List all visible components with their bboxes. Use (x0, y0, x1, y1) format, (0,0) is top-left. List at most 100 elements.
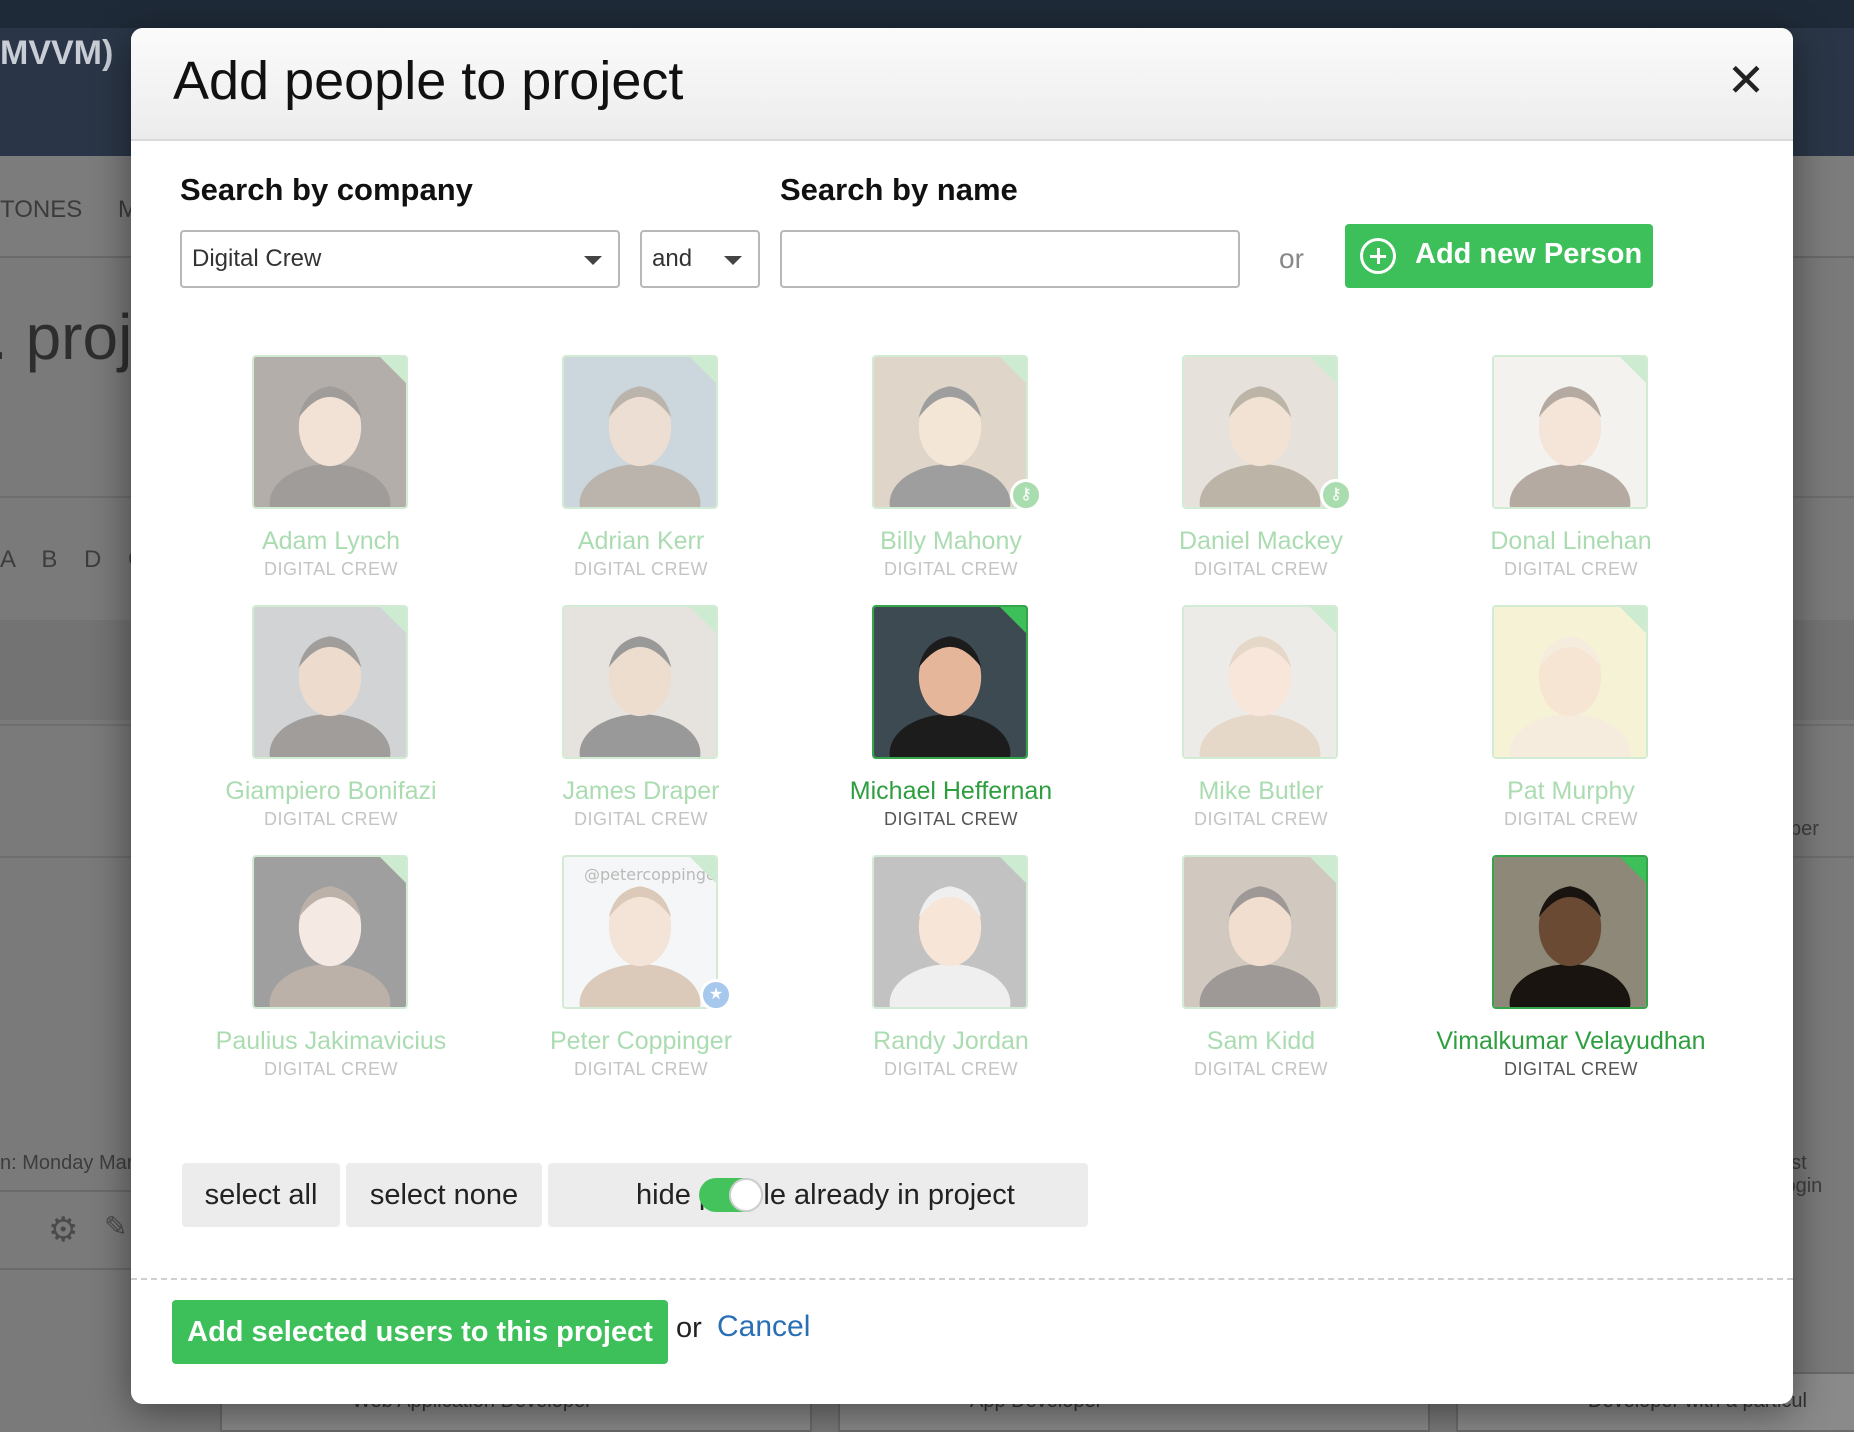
person-card[interactable]: Randy Jordan DIGITAL CREW (786, 855, 1096, 1095)
add-new-person-button[interactable]: Add new Person (1345, 224, 1653, 288)
person-card[interactable]: Mike Butler DIGITAL CREW (1096, 605, 1406, 845)
avatar (562, 605, 718, 759)
footer-divider (131, 1278, 1793, 1280)
selection-corner (998, 357, 1026, 385)
person-card[interactable]: Donal Linehan DIGITAL CREW (1406, 355, 1716, 595)
app-title: MVVM) (0, 34, 114, 72)
plus-circle-icon (1360, 238, 1396, 274)
or-text: or (1279, 243, 1304, 274)
selection-corner (1618, 857, 1646, 885)
person-company: DIGITAL CREW (1503, 809, 1638, 829)
person-company: DIGITAL CREW (573, 1059, 708, 1079)
avatar: @petercoppinger (562, 855, 718, 1009)
person-name: James Draper (562, 777, 720, 805)
operator-select[interactable]: and (640, 230, 760, 288)
search-company-label: Search by company (180, 172, 473, 207)
person-card[interactable]: ⚷ Daniel Mackey DIGITAL CREW (1096, 355, 1406, 595)
avatar (252, 855, 408, 1009)
person-card[interactable]: Giampiero Bonifazi DIGITAL CREW (166, 605, 476, 845)
tab-milestones[interactable]: TONES (0, 196, 82, 224)
operator-select-value: and (652, 245, 693, 272)
person-name: Mike Butler (1198, 777, 1324, 805)
close-icon[interactable]: ✕ (1721, 50, 1771, 110)
person-company: DIGITAL CREW (573, 559, 708, 579)
person-card[interactable]: Adam Lynch DIGITAL CREW (166, 355, 476, 595)
avatar (252, 605, 408, 759)
person-card[interactable]: @petercoppinger ★ Peter Coppinger DIGITAL C… (476, 855, 786, 1095)
hide-people-label: hide people already in project (636, 1179, 1015, 1211)
avatar (872, 855, 1028, 1009)
person-company: DIGITAL CREW (883, 809, 1018, 829)
role-text: per (1790, 818, 1819, 840)
person-name: Randy Jordan (873, 1027, 1029, 1055)
avatar (872, 605, 1028, 759)
person-company: DIGITAL CREW (573, 809, 708, 829)
avatar (1182, 605, 1338, 759)
hide-people-toggle-group[interactable]: hide people already in project (548, 1163, 1088, 1227)
person-name: Adrian Kerr (577, 527, 705, 555)
person-company: DIGITAL CREW (1193, 1059, 1328, 1079)
person-name: Paulius Jakimavicius (215, 1027, 447, 1055)
selection-corner (1618, 357, 1646, 385)
selection-corner (378, 857, 406, 885)
last-login-text: n: Monday Mar (0, 1152, 134, 1174)
person-company: DIGITAL CREW (263, 1059, 398, 1079)
hide-people-toggle[interactable] (699, 1178, 763, 1212)
person-card[interactable]: James Draper DIGITAL CREW (476, 605, 786, 845)
avatar (1492, 855, 1648, 1009)
person-name: Sam Kidd (1206, 1027, 1316, 1055)
person-card[interactable]: Vimalkumar Velayudhan DIGITAL CREW (1406, 855, 1716, 1095)
avatar (562, 355, 718, 509)
avatar (1492, 605, 1648, 759)
star-icon: ★ (700, 979, 732, 1011)
select-none-button[interactable]: select none (346, 1163, 542, 1227)
avatar (1182, 355, 1338, 509)
person-name: Billy Mahony (880, 527, 1022, 555)
person-company: DIGITAL CREW (1503, 559, 1638, 579)
chevron-down-icon (584, 256, 602, 265)
search-name-label: Search by name (780, 172, 1018, 207)
person-card[interactable]: Paulius Jakimavicius DIGITAL CREW (166, 855, 476, 1095)
person-card[interactable]: Pat Murphy DIGITAL CREW (1406, 605, 1716, 845)
selection-corner (1308, 857, 1336, 885)
person-company: DIGITAL CREW (1193, 809, 1328, 829)
person-company: DIGITAL CREW (883, 1059, 1018, 1079)
selection-corner (998, 857, 1026, 885)
pencil-icon[interactable]: ✎ (104, 1210, 127, 1243)
gear-icon[interactable]: ⚙ (48, 1210, 78, 1250)
select-all-button[interactable]: select all (182, 1163, 340, 1227)
person-name: Giampiero Bonifazi (225, 777, 437, 805)
add-selected-users-button[interactable]: Add selected users to this project (172, 1300, 668, 1364)
add-people-modal: Add people to project ✕ Search by compan… (131, 28, 1793, 1404)
person-name: Adam Lynch (261, 527, 401, 555)
cancel-link[interactable]: Cancel (717, 1310, 810, 1344)
selection-corner (378, 357, 406, 385)
selection-corner (1618, 607, 1646, 635)
selection-corner (1308, 607, 1336, 635)
person-card[interactable]: Sam Kidd DIGITAL CREW (1096, 855, 1406, 1095)
person-name: Daniel Mackey (1179, 527, 1343, 555)
modal-header: Add people to project ✕ (131, 28, 1793, 141)
avatar (872, 355, 1028, 509)
add-new-person-label: Add new Person (1415, 238, 1643, 270)
person-name: Peter Coppinger (549, 1027, 733, 1055)
key-icon: ⚷ (1320, 479, 1352, 511)
avatar (252, 355, 408, 509)
person-name: Pat Murphy (1507, 777, 1635, 805)
page-heading: . proj (0, 301, 133, 373)
modal-title: Add people to project (173, 51, 684, 111)
selection-corner (1308, 357, 1336, 385)
selection-corner (378, 607, 406, 635)
avatar (1182, 855, 1338, 1009)
person-card[interactable]: Adrian Kerr DIGITAL CREW (476, 355, 786, 595)
person-name: Vimalkumar Velayudhan (1436, 1027, 1706, 1055)
search-name-input[interactable] (780, 230, 1240, 288)
selection-corner (998, 607, 1026, 635)
person-company: DIGITAL CREW (1193, 559, 1328, 579)
chevron-down-icon (724, 256, 742, 265)
person-company: DIGITAL CREW (263, 809, 398, 829)
person-card[interactable]: Michael Heffernan DIGITAL CREW (786, 605, 1096, 845)
company-select[interactable]: Digital Crew (180, 230, 620, 288)
footer-or-text: or (676, 1312, 702, 1344)
person-card[interactable]: ⚷ Billy Mahony DIGITAL CREW (786, 355, 1096, 595)
